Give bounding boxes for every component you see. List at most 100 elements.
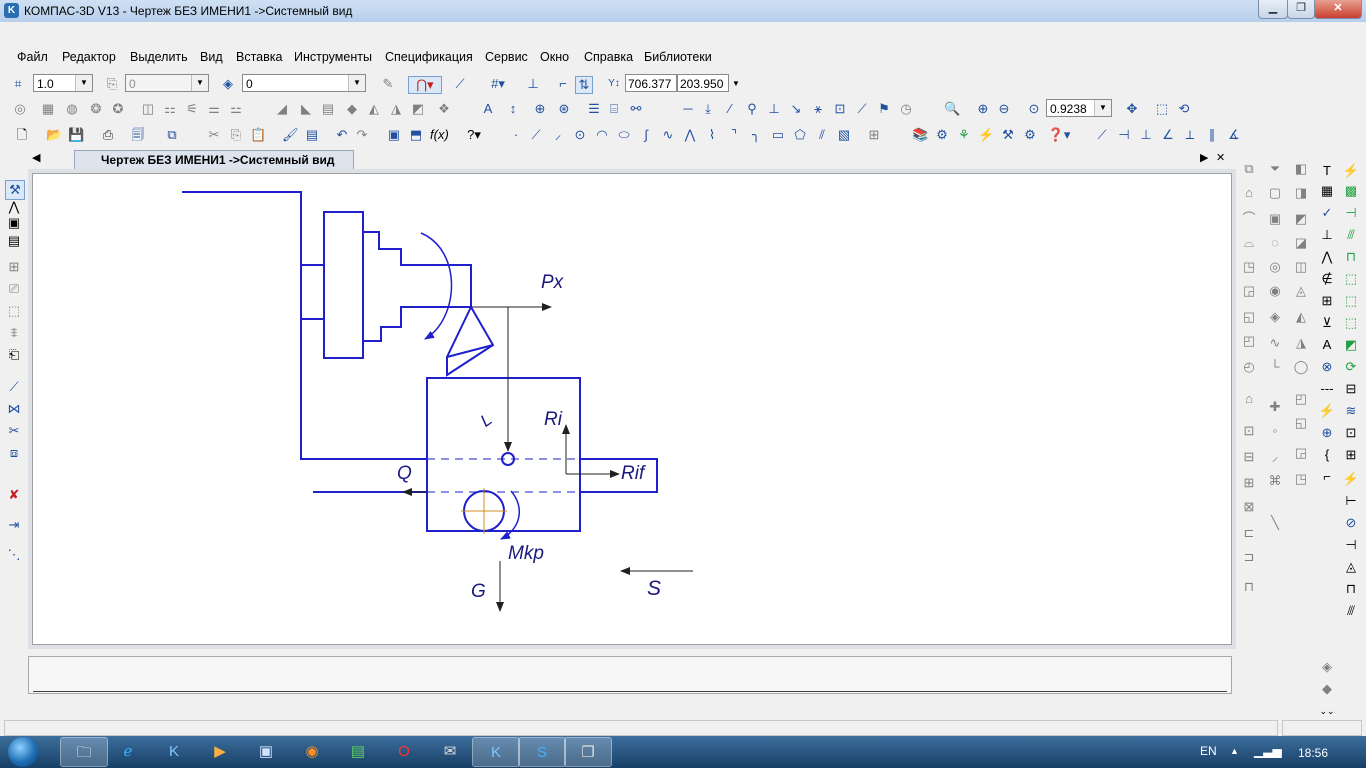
hidden-lines-icon[interactable]: ❂ bbox=[88, 101, 104, 117]
snap-step-icon[interactable]: ⌗ bbox=[10, 76, 26, 92]
plus-icon[interactable]: ✚ bbox=[1266, 398, 1284, 416]
slash-icon[interactable]: ╲ bbox=[1266, 514, 1284, 532]
slope-icon[interactable]: ◭ bbox=[366, 101, 382, 117]
pointer-icon[interactable]: ⚲ bbox=[744, 101, 760, 117]
menu-insert[interactable]: Вставка bbox=[236, 50, 282, 64]
line-tool-icon[interactable]: ─ bbox=[680, 101, 696, 117]
nurbs-icon[interactable]: ⌇ bbox=[704, 127, 720, 143]
gray-16-icon[interactable]: ⊢ bbox=[1342, 492, 1360, 510]
menu-editor[interactable]: Редактор bbox=[62, 50, 116, 64]
side-b-icon[interactable]: ◨ bbox=[1292, 184, 1310, 202]
table-icon[interactable]: ▦ bbox=[1318, 182, 1336, 200]
show-all-icon[interactable]: ⟲ bbox=[1176, 101, 1192, 117]
refresh-view-icon[interactable]: ⬚ bbox=[1154, 101, 1170, 117]
cylinder-icon[interactable]: ◌ bbox=[1266, 234, 1284, 252]
side-a-icon[interactable]: ◧ bbox=[1292, 160, 1310, 178]
cut-mark-icon[interactable]: A bbox=[1318, 336, 1336, 354]
tab-drawing[interactable]: Чертеж БЕЗ ИМЕНИ1 ->Системный вид bbox=[74, 150, 354, 169]
box2-icon[interactable]: ▣ bbox=[1266, 210, 1284, 228]
tree-icon[interactable]: ▣ bbox=[386, 127, 402, 143]
side-h-icon[interactable]: ◮ bbox=[1292, 334, 1310, 352]
geometry-icon[interactable]: ⊕ bbox=[532, 101, 548, 117]
kinematic-icon[interactable]: ⚌ bbox=[206, 101, 222, 117]
select-panel-icon[interactable]: ⬚ bbox=[5, 302, 23, 320]
variables-icon[interactable]: ⬒ bbox=[408, 127, 424, 143]
help-pointer-icon[interactable]: ?▾ bbox=[462, 127, 486, 143]
arrow-tool-icon[interactable]: ⤓ bbox=[700, 101, 716, 117]
op-12-icon[interactable]: ⊟ bbox=[1240, 448, 1258, 466]
fillet-2d-icon[interactable]: ╮ bbox=[748, 127, 764, 143]
bracket-icon[interactable]: ⌐ bbox=[1318, 468, 1336, 486]
sketch-icon[interactable]: ◫ bbox=[140, 101, 156, 117]
pos-mark-icon[interactable]: ∉ bbox=[1318, 270, 1336, 288]
wireframe-icon[interactable]: ◍ bbox=[64, 101, 80, 117]
filter-icon[interactable]: ⏷ bbox=[1266, 160, 1284, 178]
tangent-icon[interactable]: ⟂ bbox=[1182, 127, 1198, 143]
op-4-icon[interactable]: ⌓ bbox=[1240, 234, 1258, 252]
bezier-icon[interactable]: ∿ bbox=[660, 127, 676, 143]
aux-segment-icon[interactable]: ⸝ bbox=[550, 127, 566, 143]
start-button[interactable] bbox=[4, 736, 44, 768]
fillet-icon[interactable]: ◣ bbox=[298, 101, 314, 117]
gray-19-icon[interactable]: ◬ bbox=[1342, 558, 1360, 576]
op-13-icon[interactable]: ⊞ bbox=[1240, 474, 1258, 492]
bisector-icon[interactable]: ∡ bbox=[1226, 127, 1242, 143]
preview-icon[interactable]: 🗐 bbox=[130, 127, 146, 143]
new-file-icon[interactable]: 🗋 bbox=[14, 127, 30, 143]
grid-scene-icon[interactable]: ▦ bbox=[40, 101, 56, 117]
chrome-task-icon[interactable]: ◉ bbox=[288, 737, 336, 767]
maximize-button[interactable]: ❐ bbox=[1287, 0, 1315, 19]
hatch-icon[interactable]: ⊛ bbox=[556, 101, 572, 117]
green-6-icon[interactable]: ⬚ bbox=[1342, 270, 1360, 288]
print-icon[interactable]: ⎙ bbox=[100, 127, 116, 143]
op-8-icon[interactable]: ◰ bbox=[1240, 332, 1258, 350]
hatch-2d-icon[interactable]: ▧ bbox=[836, 127, 852, 143]
library-manager-icon[interactable]: ⚙ bbox=[934, 127, 950, 143]
green-9-icon[interactable]: ◩ bbox=[1342, 336, 1360, 354]
insert-panel-icon[interactable]: ⇥ bbox=[5, 516, 23, 534]
torus-icon[interactable]: ◎ bbox=[1266, 258, 1284, 276]
properties-icon[interactable]: ✎ bbox=[380, 76, 396, 92]
polyline-icon[interactable]: ⋀ bbox=[682, 127, 698, 143]
save-task-icon[interactable]: ▣ bbox=[242, 737, 290, 767]
gray-11-icon[interactable]: ⊟ bbox=[1342, 380, 1360, 398]
wave-mark-icon[interactable]: ⊗ bbox=[1318, 358, 1336, 376]
gray-14-icon[interactable]: ⊞ bbox=[1342, 446, 1360, 464]
zoom-window-icon[interactable]: 🔍 bbox=[944, 101, 960, 117]
section-icon[interactable]: ◩ bbox=[410, 101, 426, 117]
chamfer-icon[interactable]: ◢ bbox=[274, 101, 290, 117]
insert-view-icon[interactable]: ⚡ bbox=[978, 127, 994, 143]
extrude-icon[interactable]: ⚏ bbox=[162, 101, 178, 117]
fragment-icon[interactable]: ⚘ bbox=[956, 127, 972, 143]
pan-icon[interactable]: ✥ bbox=[1124, 101, 1140, 117]
cut-icon[interactable]: ✂ bbox=[206, 127, 222, 143]
help-icon[interactable]: ❓▾ bbox=[1046, 127, 1072, 143]
designations-panel-icon[interactable]: ▣ bbox=[5, 214, 23, 232]
style-field[interactable]: 0 ▼ bbox=[125, 74, 209, 92]
elements-panel-icon[interactable]: ⋈ bbox=[5, 400, 23, 418]
orthogonal-icon[interactable]: ⟋ bbox=[452, 76, 468, 92]
op-16-icon[interactable]: ⊐ bbox=[1240, 548, 1258, 566]
compass-icon[interactable]: ⊘ bbox=[1342, 514, 1360, 532]
media-player-task-icon[interactable]: ▶ bbox=[196, 737, 244, 767]
clock-icon[interactable]: ◷ bbox=[898, 101, 914, 117]
arrow-view-icon[interactable]: ↘ bbox=[788, 101, 804, 117]
hairline-icon[interactable]: ⸝ bbox=[1266, 448, 1284, 466]
paste-icon[interactable]: 📋 bbox=[250, 127, 266, 143]
arrow-mark-icon[interactable]: ⊻ bbox=[1318, 314, 1336, 332]
menu-specification[interactable]: Спецификация bbox=[385, 50, 473, 64]
clock[interactable]: 18:56 bbox=[1298, 746, 1328, 760]
layers-panel-icon[interactable]: ⧈ bbox=[5, 444, 23, 462]
mail-task-icon[interactable]: ✉ bbox=[426, 737, 474, 767]
zoom-out-icon[interactable]: ⊖ bbox=[996, 101, 1012, 117]
tray-expand-icon[interactable]: ▲ bbox=[1230, 746, 1239, 756]
crosshair-icon[interactable]: ⊕ bbox=[1318, 424, 1336, 442]
op-7-icon[interactable]: ◱ bbox=[1240, 308, 1258, 326]
hole-icon[interactable]: ◮ bbox=[388, 101, 404, 117]
view-orientation-icon[interactable]: ◎ bbox=[12, 101, 28, 117]
gray-13-icon[interactable]: ⊡ bbox=[1342, 424, 1360, 442]
dash-mark-icon[interactable]: --- bbox=[1318, 380, 1336, 398]
zoom-scale-icon[interactable]: ⊙ bbox=[1026, 101, 1042, 117]
menu-help[interactable]: Справка bbox=[584, 50, 633, 64]
disk-icon[interactable]: ◉ bbox=[1266, 282, 1284, 300]
